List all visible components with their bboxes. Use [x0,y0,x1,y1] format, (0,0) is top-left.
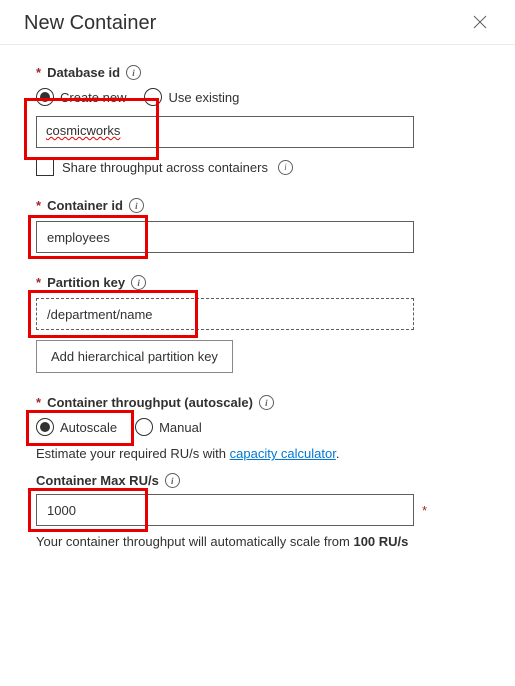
throughput-label: * Container throughput (autoscale) i [36,395,479,410]
info-icon[interactable]: i [126,65,141,80]
radio-icon [135,418,153,436]
new-container-panel: New Container * Database id i Create new… [0,0,515,549]
info-icon[interactable]: i [165,473,180,488]
database-id-label-text: Database id [47,65,120,80]
max-ru-input[interactable] [36,494,414,526]
partition-key-input[interactable] [36,298,414,330]
estimate-prefix: Estimate your required RU/s with [36,446,230,461]
create-new-label: Create new [60,90,126,105]
throughput-mode-radios: Autoscale Manual [36,418,479,436]
info-icon[interactable]: i [278,160,293,175]
required-marker: * [36,275,41,290]
manual-option[interactable]: Manual [135,418,202,436]
container-id-label-text: Container id [47,198,123,213]
capacity-calculator-link[interactable]: capacity calculator [230,446,336,461]
partition-key-label-text: Partition key [47,275,125,290]
scale-bold: 100 RU/s [353,534,408,549]
radio-icon [36,88,54,106]
required-marker: * [36,198,41,213]
radio-icon [36,418,54,436]
info-icon[interactable]: i [129,198,144,213]
container-id-label: * Container id i [36,198,479,213]
panel-header: New Container [0,0,515,45]
database-id-input[interactable] [36,116,414,148]
max-ru-label-text: Container Max RU/s [36,473,159,488]
partition-key-group: * Partition key i Add hierarchical parti… [36,275,479,373]
max-ru-row: * [36,494,479,526]
database-id-label: * Database id i [36,65,479,80]
create-new-option[interactable]: Create new [36,88,126,106]
partition-key-label: * Partition key i [36,275,479,290]
use-existing-label: Use existing [168,90,239,105]
required-marker: * [36,395,41,410]
use-existing-option[interactable]: Use existing [144,88,239,106]
max-ru-label: Container Max RU/s i [36,473,479,488]
close-button[interactable] [469,10,491,36]
share-throughput-checkbox[interactable] [36,158,54,176]
manual-label: Manual [159,420,202,435]
required-marker: * [36,65,41,80]
container-id-group: * Container id i [36,198,479,253]
throughput-group: * Container throughput (autoscale) i Aut… [36,395,479,549]
database-id-mode-radios: Create new Use existing [36,88,479,106]
info-icon[interactable]: i [131,275,146,290]
panel-body: * Database id i Create new Use existing … [0,45,515,549]
radio-icon [144,88,162,106]
info-icon[interactable]: i [259,395,274,410]
estimate-period: . [336,446,340,461]
share-throughput-label: Share throughput across containers [62,160,268,175]
scale-text: Your container throughput will automatic… [36,534,479,549]
estimate-line: Estimate your required RU/s with capacit… [36,446,479,461]
required-marker: * [422,503,427,518]
close-icon [473,15,487,29]
container-id-input[interactable] [36,221,414,253]
throughput-label-text: Container throughput (autoscale) [47,395,253,410]
autoscale-option[interactable]: Autoscale [36,418,117,436]
database-id-group: * Database id i Create new Use existing … [36,65,479,176]
autoscale-label: Autoscale [60,420,117,435]
panel-title: New Container [24,12,156,35]
add-hierarchical-button[interactable]: Add hierarchical partition key [36,340,233,373]
scale-prefix: Your container throughput will automatic… [36,534,353,549]
share-throughput-row: Share throughput across containers i [36,158,479,176]
